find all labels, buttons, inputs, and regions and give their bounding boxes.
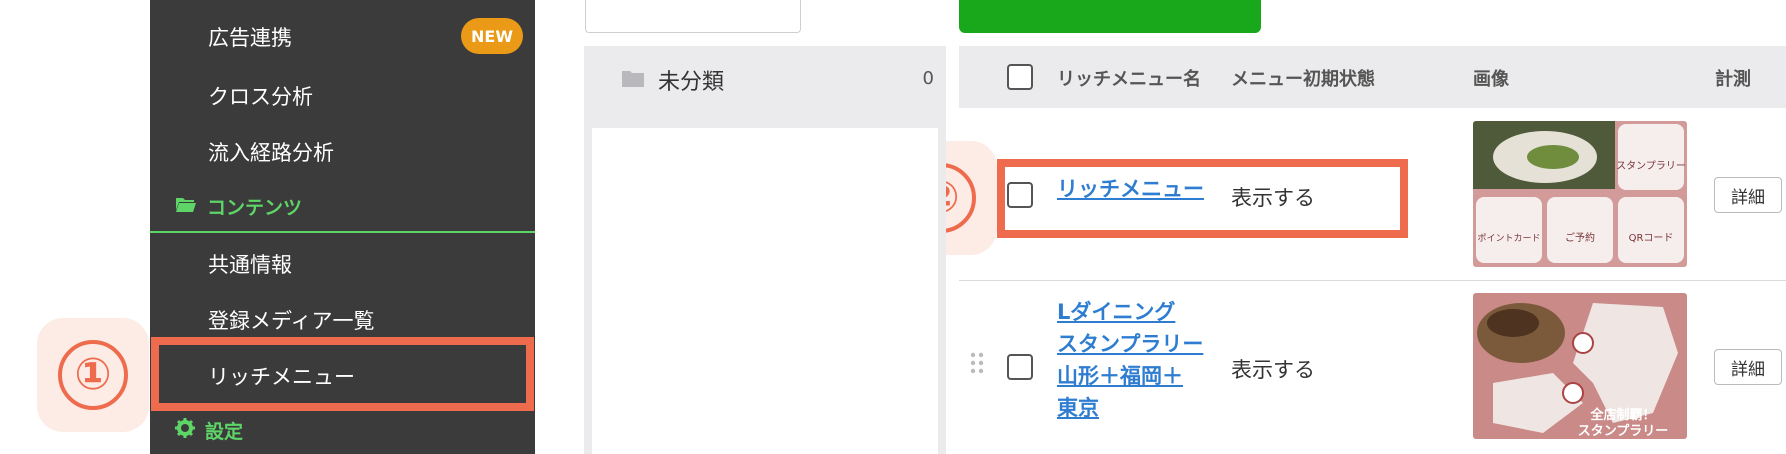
rich-menu-name-line: Lダイニング (1057, 300, 1176, 324)
sidebar-item-ad-integration[interactable]: 広告連携 (208, 22, 292, 52)
sidebar-section-label: コンテンツ (207, 197, 303, 219)
rich-menu-name-line: スタンプラリー (1057, 332, 1204, 356)
rich-menu-name-link[interactable]: Lダイニング スタンプラリー 山形＋福岡＋ 東京 (1057, 296, 1203, 424)
rich-menu-thumbnail: スタンプラリー ポイントカード ご予約 QRコード (1473, 121, 1687, 267)
sidebar-item-inflow-analysis[interactable]: 流入経路分析 (208, 137, 334, 167)
sidebar-item-media-list[interactable]: 登録メディア一覧 (208, 305, 375, 335)
thumb-label: ポイントカード (1477, 233, 1540, 244)
column-header-initial-state: メニュー初期状態 (1231, 69, 1375, 90)
section-divider (150, 231, 535, 233)
select-all-checkbox[interactable] (1007, 64, 1033, 90)
sidebar-item-cross-analysis[interactable]: クロス分析 (208, 81, 313, 111)
column-header-image: 画像 (1473, 69, 1509, 90)
column-header-measure: 計測 (1715, 69, 1751, 90)
rich-menu-thumbnail: 全店制覇！ スタンプラリー (1473, 293, 1687, 439)
drag-handle-icon[interactable] (970, 352, 984, 374)
rich-menu-name-line: 山形＋福岡＋ (1057, 364, 1183, 388)
sidebar-item-common-info[interactable]: 共通情報 (208, 249, 292, 279)
folder-icon (175, 195, 197, 218)
thumb-label: QRコード (1629, 233, 1674, 244)
highlight-box-rich-menu-nav (151, 337, 534, 411)
folder-count: 0 (922, 68, 934, 89)
detail-button[interactable]: 詳細 (1714, 349, 1782, 385)
thumb-label: スタンプラリー (1616, 160, 1686, 172)
sidebar-item-label: 広告連携 (208, 26, 292, 50)
step-number: ① (58, 340, 128, 410)
sidebar-item-label: 登録メディア一覧 (208, 309, 375, 333)
sidebar-item-label: クロス分析 (208, 85, 313, 109)
step-marker-1: ① (37, 318, 149, 432)
rich-menu-name-line: 東京 (1057, 396, 1099, 420)
row-divider (959, 280, 1786, 281)
folder-name: 未分類 (658, 70, 725, 95)
row-checkbox[interactable] (1007, 354, 1033, 380)
create-rich-menu-button[interactable] (959, 0, 1261, 33)
detail-button[interactable]: 詳細 (1714, 177, 1782, 213)
thumb-label: 全店制覇！ (1589, 407, 1655, 423)
thumb-label: スタンプラリー (1578, 424, 1669, 439)
folder-search-input[interactable] (585, 0, 801, 33)
sidebar-section-contents: コンテンツ (175, 193, 302, 220)
new-badge: NEW (461, 18, 523, 54)
sidebar-section-label: 設定 (205, 421, 244, 443)
sidebar-item-label: 流入経路分析 (208, 141, 334, 165)
gear-icon (175, 418, 195, 443)
folder-panel: 未分類 0 (584, 46, 946, 454)
folder-item-uncategorized[interactable]: 未分類 (622, 64, 724, 96)
thumb-label: ご予約 (1565, 231, 1595, 244)
table-header: リッチメニュー名 メニュー初期状態 画像 計測 (959, 46, 1786, 108)
folder-list-area (592, 128, 938, 454)
initial-state-value: 表示する (1231, 358, 1315, 382)
sidebar-item-label: 共通情報 (208, 253, 292, 277)
column-header-name: リッチメニュー名 (1057, 69, 1201, 90)
sidebar-section-settings: 設定 (175, 417, 243, 444)
folder-icon (622, 68, 644, 93)
highlight-box-rich-menu-row (997, 159, 1408, 238)
